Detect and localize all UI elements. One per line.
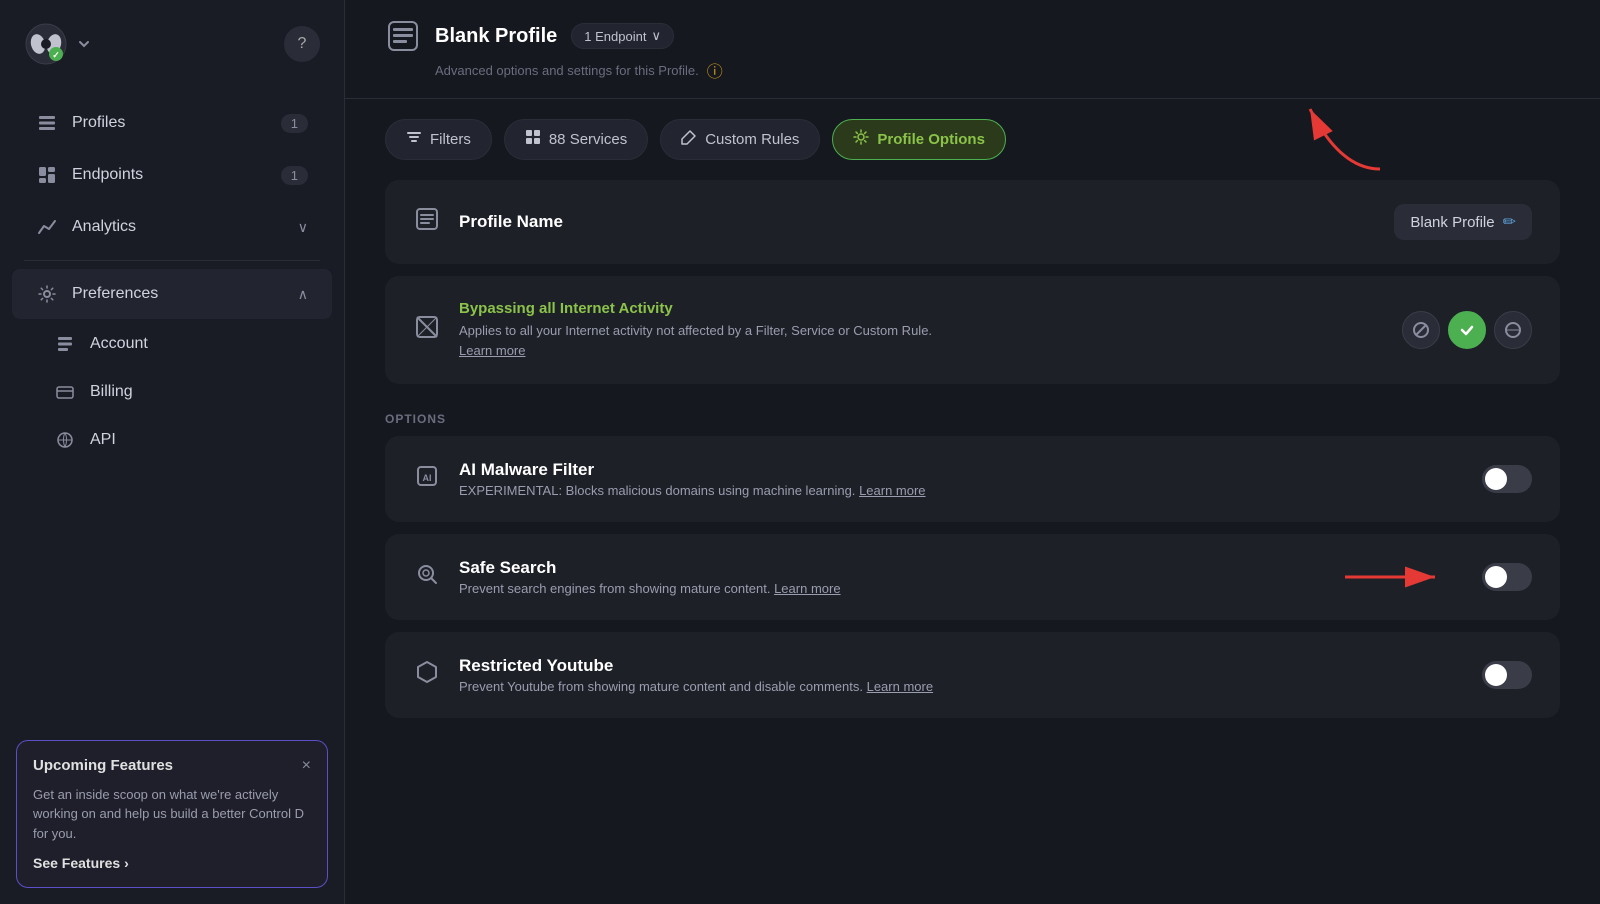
endpoint-count: 1 Endpoint (584, 29, 646, 44)
sidebar-item-endpoints[interactable]: Endpoints 1 (12, 150, 332, 200)
logo-icon: ✓ (24, 22, 68, 66)
sidebar-label-account: Account (90, 335, 148, 353)
profile-name-card-icon (413, 207, 441, 237)
svg-text:✓: ✓ (52, 50, 60, 60)
default-rule-learn-more[interactable]: Learn more (459, 343, 525, 358)
logo-dropdown-icon (76, 36, 92, 52)
tab-custom-rules[interactable]: Custom Rules (660, 119, 820, 160)
sidebar-item-api[interactable]: API (12, 417, 332, 463)
rule-option-block[interactable] (1402, 311, 1440, 349)
nav-divider (24, 260, 320, 261)
sidebar-label-billing: Billing (90, 383, 133, 401)
profile-name-title: Blank Profile (435, 25, 557, 48)
ai-malware-card: AI AI Malware Filter EXPERIMENTAL: Block… (385, 436, 1560, 522)
profiles-icon (36, 112, 58, 134)
tab-services[interactable]: 88 Services (504, 119, 648, 160)
filters-tab-label: Filters (430, 131, 471, 148)
services-tab-label: 88 Services (549, 131, 627, 148)
sidebar-label-endpoints: Endpoints (72, 166, 143, 184)
custom-rules-tab-icon (681, 129, 697, 150)
safe-search-icon (413, 562, 441, 592)
profile-name-value[interactable]: Blank Profile ✏ (1394, 204, 1532, 240)
endpoints-badge: 1 (281, 166, 308, 185)
tab-profile-options[interactable]: Profile Options (832, 119, 1006, 160)
safe-search-learn-more[interactable]: Learn more (774, 581, 840, 596)
filters-tab-icon (406, 129, 422, 150)
default-rule-status: Bypassing all Internet Activity (459, 300, 959, 317)
profile-name-card: Profile Name Blank Profile ✏ (385, 180, 1560, 264)
content-area: Profile Name Blank Profile ✏ Bypassing a… (345, 180, 1600, 904)
ai-malware-toggle[interactable] (1482, 465, 1532, 493)
restricted-youtube-card: Restricted Youtube Prevent Youtube from … (385, 632, 1560, 718)
preferences-icon (36, 283, 58, 305)
edit-icon: ✏ (1503, 212, 1516, 232)
safe-search-description: Prevent search engines from showing matu… (459, 581, 841, 596)
custom-rules-tab-label: Custom Rules (705, 131, 799, 148)
endpoint-badge[interactable]: 1 Endpoint ∨ (571, 23, 674, 49)
upcoming-title: Upcoming Features (33, 757, 173, 774)
svg-text:AI: AI (423, 473, 432, 483)
sidebar-label-preferences: Preferences (72, 285, 158, 303)
safe-search-toggle[interactable] (1482, 563, 1532, 591)
profile-card-icon (385, 18, 421, 54)
info-icon: ⓘ (707, 58, 723, 82)
restricted-youtube-title: Restricted Youtube (459, 656, 933, 676)
profile-options-tab-label: Profile Options (877, 131, 985, 148)
upcoming-chevron-icon: › (124, 855, 129, 871)
options-section-label: OPTIONS (385, 396, 1560, 436)
endpoints-icon (36, 164, 58, 186)
sidebar-header: ✓ ? (0, 0, 344, 88)
upcoming-link[interactable]: See Features › (33, 855, 311, 871)
default-rule-card: Bypassing all Internet Activity Applies … (385, 276, 1560, 384)
safe-search-card: Safe Search Prevent search engines from … (385, 534, 1560, 620)
default-rule-icon (413, 315, 441, 345)
rule-option-redirect[interactable] (1494, 311, 1532, 349)
restricted-youtube-description: Prevent Youtube from showing mature cont… (459, 679, 933, 694)
rule-option-bypass[interactable] (1448, 311, 1486, 349)
upcoming-close-button[interactable]: × (302, 757, 311, 775)
restricted-youtube-icon (413, 660, 441, 690)
sidebar-item-account[interactable]: Account (12, 321, 332, 367)
subtitle-text: Advanced options and settings for this P… (435, 63, 699, 78)
upcoming-features-card: Upcoming Features × Get an inside scoop … (16, 740, 328, 889)
sidebar-label-api: API (90, 431, 116, 449)
profile-options-tab-icon (853, 129, 869, 150)
analytics-chevron-icon: ∨ (298, 219, 308, 236)
services-tab-icon (525, 129, 541, 150)
sidebar-item-billing[interactable]: Billing (12, 369, 332, 415)
ai-malware-learn-more[interactable]: Learn more (859, 483, 925, 498)
logo[interactable]: ✓ (24, 22, 92, 66)
safe-search-title: Safe Search (459, 558, 841, 578)
topbar: Blank Profile 1 Endpoint ∨ Advanced opti… (345, 0, 1600, 99)
sidebar-item-profiles[interactable]: Profiles 1 (12, 98, 332, 148)
arrow-annotation (1280, 89, 1400, 179)
default-rule-options (1402, 311, 1532, 349)
safe-search-arrow-annotation (1340, 562, 1460, 592)
sidebar-label-analytics: Analytics (72, 218, 136, 236)
profiles-badge: 1 (281, 114, 308, 133)
ai-malware-description: EXPERIMENTAL: Blocks malicious domains u… (459, 483, 926, 498)
sidebar-item-preferences[interactable]: Preferences ∧ (12, 269, 332, 319)
tab-bar: Filters 88 Services Custom Rules Profile… (345, 99, 1600, 180)
account-icon (54, 333, 76, 355)
sidebar-label-profiles: Profiles (72, 114, 125, 132)
sidebar-item-analytics[interactable]: Analytics ∨ (12, 202, 332, 252)
billing-icon (54, 381, 76, 403)
sidebar-nav: Profiles 1 Endpoints 1 Analytics ∨ (0, 88, 344, 724)
main-content: Blank Profile 1 Endpoint ∨ Advanced opti… (345, 0, 1600, 904)
tab-filters[interactable]: Filters (385, 119, 492, 160)
ai-malware-icon: AI (413, 464, 441, 494)
default-rule-description: Applies to all your Internet activity no… (459, 321, 959, 360)
help-button[interactable]: ? (284, 26, 320, 62)
upcoming-description: Get an inside scoop on what we're active… (33, 785, 311, 844)
analytics-icon (36, 216, 58, 238)
restricted-youtube-learn-more[interactable]: Learn more (867, 679, 933, 694)
sidebar: ✓ ? Profiles 1 Endpoints (0, 0, 345, 904)
preferences-chevron-icon: ∧ (298, 286, 308, 303)
endpoint-chevron-icon: ∨ (651, 28, 661, 44)
restricted-youtube-toggle[interactable] (1482, 661, 1532, 689)
profile-name-label: Profile Name (459, 212, 563, 232)
api-icon (54, 429, 76, 451)
ai-malware-title: AI Malware Filter (459, 460, 926, 480)
